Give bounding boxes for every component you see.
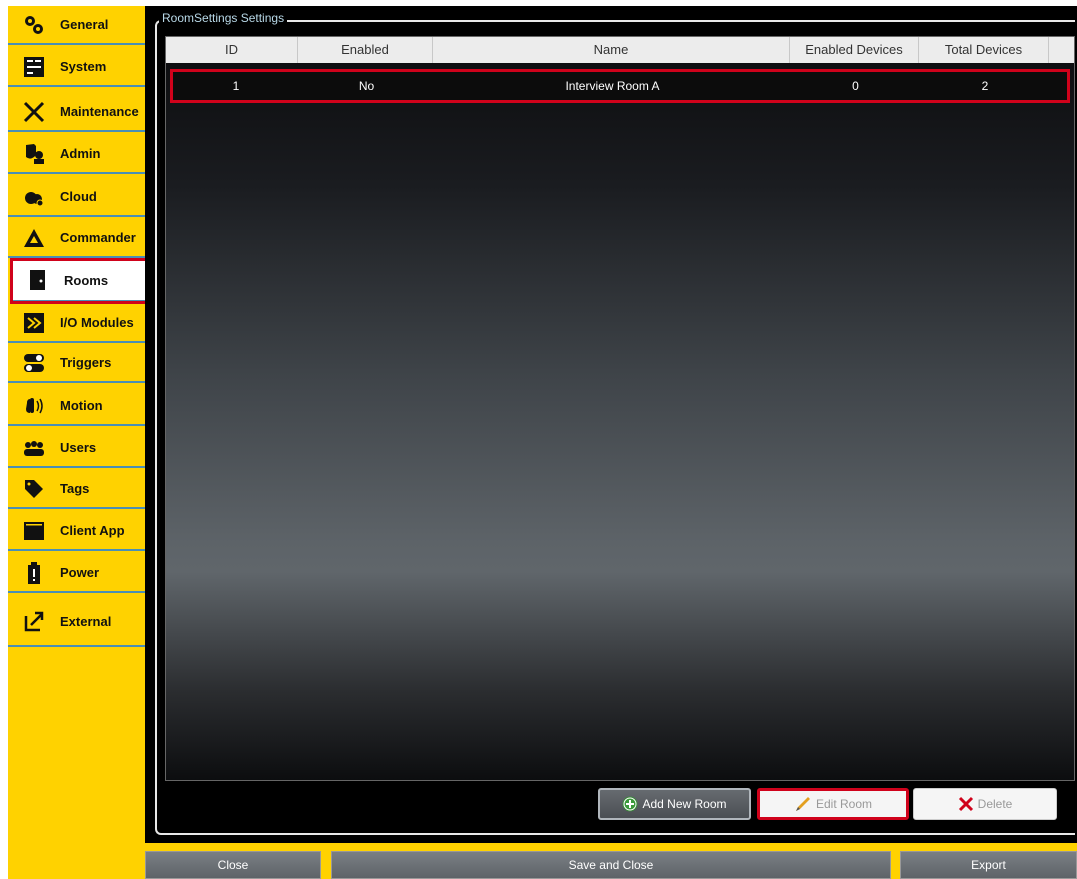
sidebar-item-label: Motion <box>60 398 103 413</box>
sidebar-item-label: Rooms <box>64 272 109 288</box>
tools-icon <box>22 100 46 124</box>
server-icon <box>22 55 46 79</box>
app-window: General System Maintenance Admin Cloud C… <box>8 6 1077 879</box>
sidebar-item-io-modules[interactable]: I/O Modules <box>8 304 145 343</box>
sidebar-item-admin[interactable]: Admin <box>8 135 145 174</box>
users-icon <box>22 436 46 460</box>
sidebar-item-label: System <box>60 59 107 74</box>
column-header-total-devices[interactable]: Total Devices <box>919 37 1049 63</box>
add-new-room-button[interactable]: Add New Room <box>598 788 751 820</box>
column-header-enabled[interactable]: Enabled <box>298 37 433 63</box>
sidebar-item-label: Power <box>60 565 100 580</box>
sidebar-item-motion[interactable]: Motion <box>8 387 145 426</box>
table-header: ID Enabled Name Enabled Devices Total De… <box>166 37 1074 63</box>
sidebar-item-system[interactable]: System <box>8 48 145 87</box>
sidebar-item-label: Maintenance <box>60 104 139 119</box>
sidebar-item-label: Commander <box>60 230 136 245</box>
rooms-table[interactable]: ID Enabled Name Enabled Devices Total De… <box>165 36 1075 781</box>
sidebar-item-label: Client App <box>60 523 125 538</box>
sidebar-item-power[interactable]: Power <box>8 554 145 593</box>
sidebar-item-label: Users <box>60 440 97 455</box>
edit-room-button[interactable]: Edit Room <box>757 788 909 820</box>
sidebar-item-rooms[interactable]: Rooms <box>10 258 148 304</box>
sidebar-item-label: Cloud <box>60 189 97 204</box>
footer-bar: Close Save and Close Export <box>145 843 1077 879</box>
external-link-icon <box>22 609 46 633</box>
sidebar-item-commander[interactable]: Commander <box>8 219 145 258</box>
column-header-name[interactable]: Name <box>433 37 790 63</box>
close-button[interactable]: Close <box>145 851 321 879</box>
pencil-icon <box>794 795 812 813</box>
red-x-icon <box>958 796 974 812</box>
admin-shield-icon <box>22 142 46 166</box>
column-header-id[interactable]: ID <box>166 37 298 63</box>
sidebar-item-triggers[interactable]: Triggers <box>8 344 145 383</box>
cell-id: 1 <box>232 79 240 93</box>
window-icon <box>22 519 46 543</box>
sidebar-item-users[interactable]: Users <box>8 429 145 468</box>
toggle-icon <box>22 351 46 375</box>
cell-enabled-devices: 0 <box>852 79 859 93</box>
commander-icon <box>22 226 46 250</box>
hand-wave-icon <box>22 394 46 418</box>
cloud-icon <box>22 185 46 209</box>
sidebar-item-label: General <box>60 17 109 32</box>
table-row[interactable]: 1 No Interview Room A 0 2 <box>170 69 1070 103</box>
sidebar-item-label: Triggers <box>60 355 112 370</box>
sidebar: General System Maintenance Admin Cloud C… <box>8 6 148 879</box>
edit-room-label: Edit Room <box>815 797 873 811</box>
export-button[interactable]: Export <box>900 851 1077 879</box>
plus-circle-icon <box>622 796 638 812</box>
sidebar-item-cloud[interactable]: Cloud <box>8 178 145 217</box>
sidebar-item-label: I/O Modules <box>60 315 134 330</box>
io-module-icon <box>22 311 46 335</box>
tag-icon <box>22 477 46 501</box>
sidebar-item-tags[interactable]: Tags <box>8 470 145 509</box>
gears-icon <box>22 13 46 37</box>
cell-enabled: No <box>358 79 375 93</box>
sidebar-item-label: Admin <box>60 146 101 161</box>
cell-name: Interview Room A <box>565 79 660 93</box>
sidebar-item-maintenance[interactable]: Maintenance <box>8 93 145 132</box>
delete-label: Delete <box>977 797 1013 811</box>
door-icon <box>26 268 50 292</box>
save-and-close-button[interactable]: Save and Close <box>331 851 891 879</box>
cell-total-devices: 2 <box>981 79 989 93</box>
sidebar-item-label: External <box>60 613 112 629</box>
column-header-enabled-devices[interactable]: Enabled Devices <box>790 37 919 63</box>
sidebar-item-client-app[interactable]: Client App <box>8 512 145 551</box>
sidebar-item-label: Tags <box>60 481 90 496</box>
sidebar-item-external[interactable]: External <box>8 597 145 647</box>
groupbox-title: RoomSettings Settings <box>159 11 288 25</box>
add-new-room-label: Add New Room <box>642 797 727 811</box>
battery-icon <box>22 561 46 585</box>
delete-button[interactable]: Delete <box>913 788 1057 820</box>
main-panel: RoomSettings Settings ID Enabled Name En… <box>145 6 1077 843</box>
sidebar-item-general[interactable]: General <box>8 6 145 45</box>
